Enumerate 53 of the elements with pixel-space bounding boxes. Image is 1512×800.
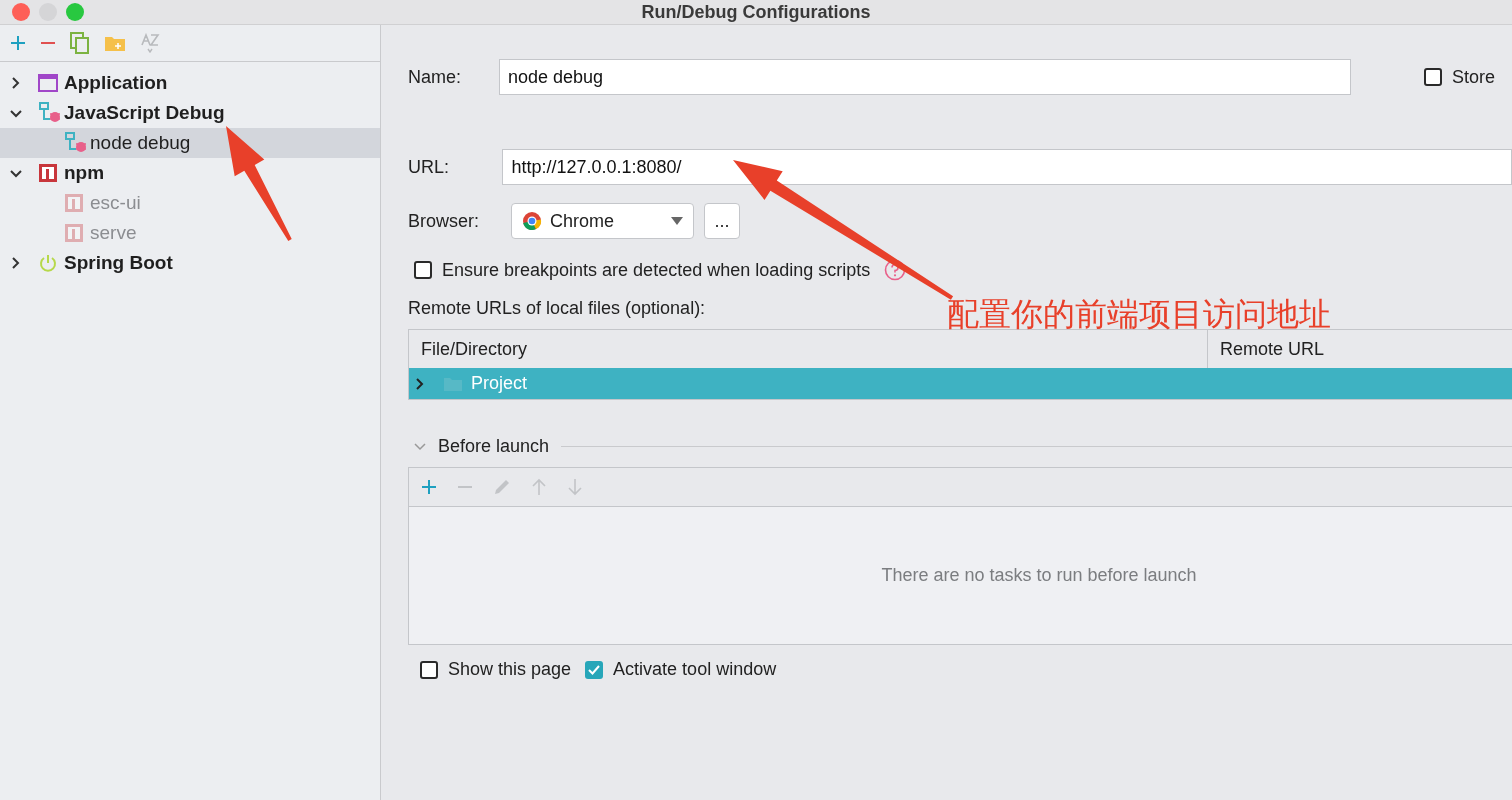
- checkbox[interactable]: [420, 660, 438, 679]
- copy-icon[interactable]: [70, 32, 90, 54]
- browser-logo-icon: [522, 211, 542, 231]
- debug-bug-icon: [64, 132, 88, 154]
- dropdown-caret-icon: [671, 217, 683, 225]
- more-button[interactable]: ...: [704, 203, 740, 239]
- tree-item[interactable]: npm: [64, 162, 105, 184]
- tree-item[interactable]: JavaScript Debug: [64, 102, 225, 124]
- tree-item-row[interactable]: node debug: [0, 128, 380, 158]
- checkbox-label: Store: [1452, 66, 1496, 88]
- expand-icon[interactable]: [415, 377, 425, 390]
- npm-square-icon: [38, 163, 58, 183]
- window-icon: [38, 74, 58, 92]
- zoom-button[interactable]: [66, 3, 84, 21]
- checkbox[interactable]: [1424, 68, 1442, 86]
- power-icon: [38, 253, 58, 273]
- tree-item[interactable]: Spring Boot: [64, 252, 173, 274]
- window-title: Run/Debug Configurations: [641, 1, 871, 23]
- browser-dropdown[interactable]: Chrome: [511, 203, 694, 239]
- up-arrow-icon[interactable]: [531, 478, 547, 496]
- url-label: URL:: [408, 156, 450, 178]
- remote-urls-label: Remote URLs of local files (optional):: [408, 298, 707, 319]
- browser-label: Browser:: [408, 210, 480, 232]
- checkbox-label: Ensure breakpoints are detected when loading scripts: [442, 259, 871, 281]
- folder-icon[interactable]: [104, 34, 126, 52]
- add-icon[interactable]: [10, 35, 26, 51]
- row-label: Project: [471, 373, 528, 394]
- down-arrow-icon[interactable]: [567, 478, 583, 496]
- debug-bug-icon: [38, 102, 62, 124]
- name-field[interactable]: node debug: [499, 59, 1351, 95]
- empty-message: There are no tasks to run before launch: [881, 565, 1197, 586]
- pencil-icon[interactable]: [493, 478, 511, 496]
- collapse-icon[interactable]: [10, 167, 22, 179]
- name-label: Name:: [408, 66, 462, 88]
- folder-icon: [443, 375, 463, 392]
- checkbox[interactable]: [585, 660, 604, 679]
- expand-icon[interactable]: [10, 77, 22, 89]
- tree-item-label: esc-ui: [90, 192, 141, 214]
- expand-icon[interactable]: [10, 257, 22, 269]
- sort-icon[interactable]: [140, 33, 160, 53]
- npm-square-icon: [64, 193, 84, 213]
- checkbox-label: Activate tool window: [613, 659, 777, 680]
- tree-item-label: serve: [90, 222, 137, 244]
- url-field[interactable]: http://127.0.0.1:8080/: [502, 149, 1512, 185]
- section-title: Before launch: [438, 436, 550, 457]
- checkbox[interactable]: [414, 261, 432, 279]
- tree-item-label: node debug: [90, 132, 191, 154]
- collapse-icon[interactable]: [10, 107, 22, 119]
- npm-square-icon: [64, 223, 84, 243]
- tree-item[interactable]: Application: [64, 72, 168, 94]
- checkbox-label: Show this page: [448, 659, 572, 680]
- add-icon[interactable]: [421, 479, 437, 495]
- close-button[interactable]: [12, 3, 30, 21]
